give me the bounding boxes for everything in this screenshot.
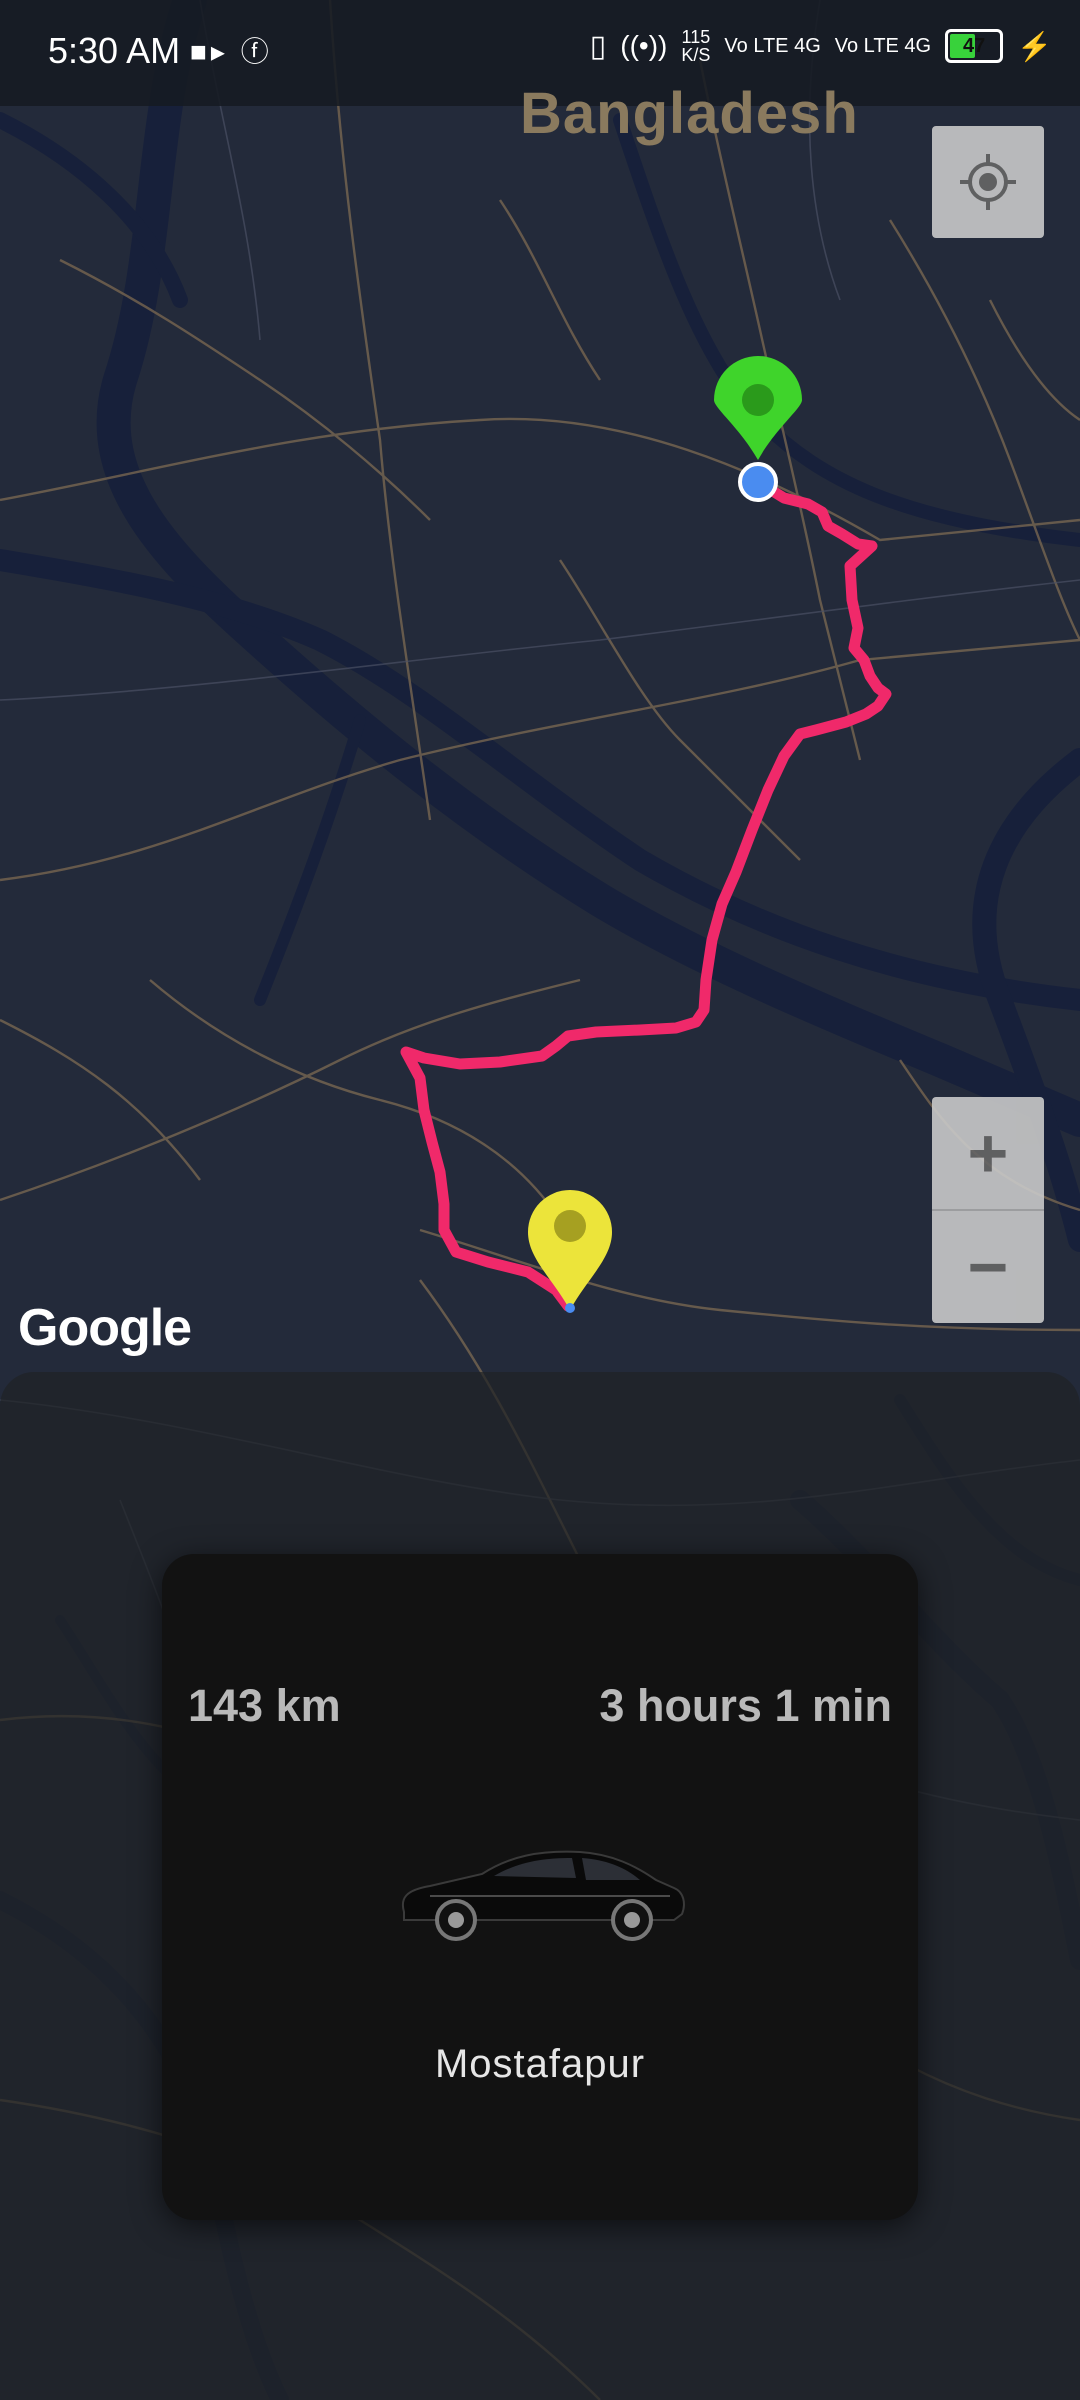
charging-icon: ⚡ bbox=[1017, 30, 1052, 62]
hotspot-icon: ((•)) bbox=[620, 30, 668, 61]
status-indicators: ▯ ((•)) 115 K/S Vo LTE 4G Vo LTE 4G 47 ⚡ bbox=[590, 28, 1052, 64]
battery-icon: 47 bbox=[945, 29, 1004, 63]
status-time: 5:30 AM bbox=[48, 30, 181, 71]
trip-duration: 3 hours 1 min bbox=[599, 1680, 892, 1731]
vibrate-icon: ▯ bbox=[589, 29, 607, 63]
zoom-in-button[interactable]: + bbox=[932, 1097, 1044, 1209]
zoom-controls: + − bbox=[932, 1097, 1044, 1323]
country-label: Bangladesh bbox=[520, 81, 859, 146]
destination-name: Mostafapur bbox=[434, 2042, 646, 2086]
google-logo: Google bbox=[18, 1299, 192, 1357]
net-speed: 115 K/S bbox=[681, 27, 711, 65]
sim1-signal-icon: Vo LTE 4G bbox=[724, 34, 821, 57]
battery-level: 47 bbox=[963, 34, 986, 57]
notification-icons: ■▸ ⓕ bbox=[190, 30, 273, 70]
zoom-out-button[interactable]: − bbox=[932, 1211, 1044, 1323]
trip-distance: 143 km bbox=[188, 1680, 341, 1731]
car-icon bbox=[401, 1850, 685, 1941]
sim2-signal-icon: Vo LTE 4G bbox=[834, 34, 932, 57]
trip-info-card[interactable]: 143 km 3 hours 1 min Mostafapur bbox=[162, 1554, 918, 2220]
current-location-dot bbox=[738, 462, 778, 502]
video-icon: ■▸ bbox=[190, 36, 229, 67]
my-location-icon bbox=[960, 154, 1016, 210]
my-location-button[interactable] bbox=[932, 126, 1044, 238]
facebook-icon: ⓕ bbox=[240, 36, 273, 67]
